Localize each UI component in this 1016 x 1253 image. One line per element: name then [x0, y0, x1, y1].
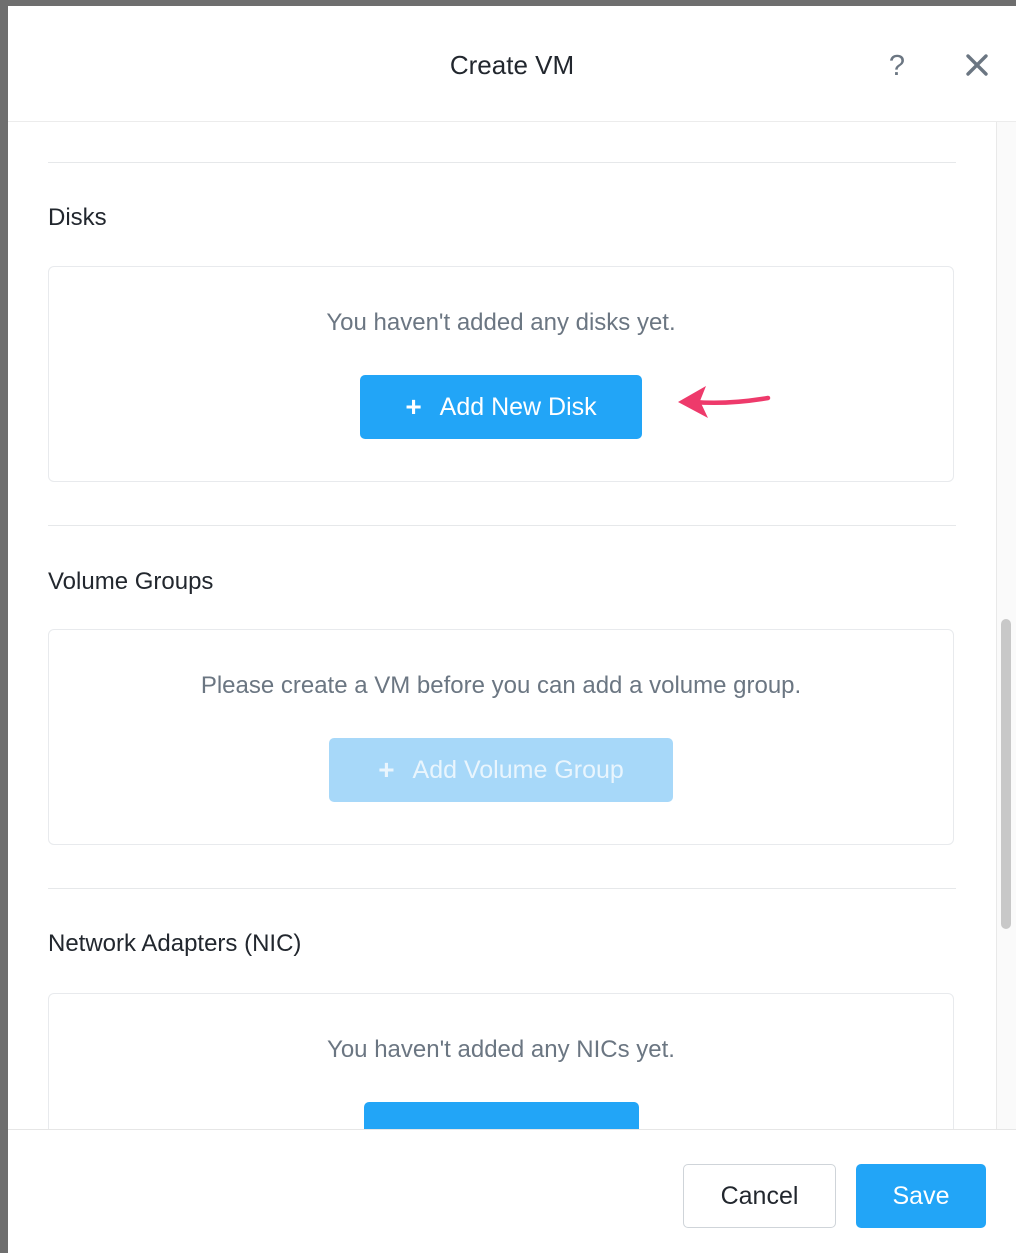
- cancel-button[interactable]: Cancel: [683, 1164, 836, 1228]
- add-new-disk-label: Add New Disk: [439, 392, 597, 421]
- nics-card: You haven't added any NICs yet.: [48, 993, 954, 1129]
- plus-icon: +: [405, 391, 422, 422]
- disks-empty-message: You haven't added any disks yet.: [326, 309, 676, 336]
- annotation-arrow-icon: [678, 386, 771, 418]
- help-icon[interactable]: ?: [883, 48, 911, 84]
- volume-groups-empty-message: Please create a VM before you can add a …: [200, 672, 802, 699]
- close-icon[interactable]: [962, 50, 992, 80]
- save-button[interactable]: Save: [856, 1164, 986, 1228]
- volume-groups-card: Please create a VM before you can add a …: [48, 629, 954, 845]
- disks-card: You haven't added any disks yet. + Add N…: [48, 266, 954, 482]
- dialog-window: Create VM ? Disks You haven't added any …: [0, 0, 1016, 1253]
- plus-icon: +: [378, 754, 395, 785]
- scrollbar[interactable]: [996, 122, 1016, 1129]
- add-new-disk-button[interactable]: + Add New Disk: [360, 375, 642, 439]
- add-new-nic-button[interactable]: [364, 1102, 639, 1129]
- add-volume-group-button[interactable]: + Add Volume Group: [329, 738, 673, 802]
- section-divider: [48, 888, 956, 889]
- nics-section-title: Network Adapters (NIC): [48, 930, 302, 957]
- volume-groups-section-title: Volume Groups: [48, 568, 214, 595]
- dialog-title: Create VM: [449, 50, 575, 80]
- disks-section-title: Disks: [48, 204, 107, 231]
- dialog-body: Disks You haven't added any disks yet. +…: [8, 122, 996, 1129]
- dialog-footer: Cancel Save: [8, 1129, 1016, 1253]
- dialog-header: Create VM ?: [8, 6, 1016, 122]
- section-divider: [48, 525, 956, 526]
- add-volume-group-label: Add Volume Group: [412, 755, 624, 784]
- section-divider: [48, 162, 956, 163]
- nics-empty-message: You haven't added any NICs yet.: [327, 1036, 675, 1063]
- scrollbar-thumb[interactable]: [1001, 619, 1011, 929]
